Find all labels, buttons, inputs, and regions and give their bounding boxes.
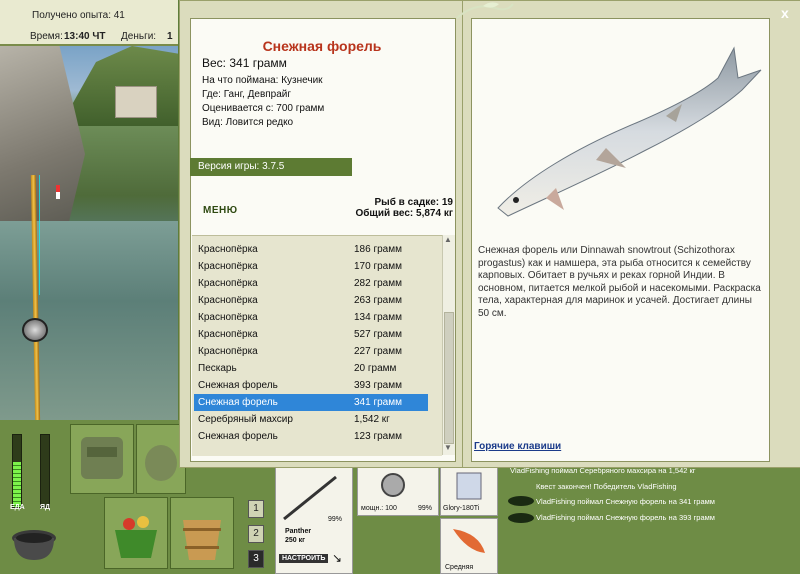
tab-1[interactable]: 1 <box>248 500 264 518</box>
basket-slot[interactable] <box>104 497 168 569</box>
catch-fish-weight: 282 грамм <box>354 278 402 289</box>
catch-fish-weight: 1,542 кг <box>354 414 390 425</box>
log-line: VladFishing поймал Снежную форель на 393… <box>536 513 715 522</box>
poison-meter <box>40 434 50 508</box>
fish-image <box>486 38 766 228</box>
catch-fish-weight: 393 грамм <box>354 380 402 391</box>
tab-3[interactable]: 3 <box>248 550 264 568</box>
fishing-scene[interactable] <box>0 46 178 420</box>
keepnet-weight: Общий вес: 5,874 кг <box>355 208 453 219</box>
money-value: 1 <box>167 31 173 42</box>
rod-reel-icon[interactable] <box>22 318 48 342</box>
rod-weight: 250 кг <box>285 537 306 544</box>
menu-button[interactable]: МЕНЮ <box>203 205 238 216</box>
fish-bait: На что поймана: Кузнечик <box>202 75 323 86</box>
scroll-up-icon[interactable]: ▲ <box>442 235 454 247</box>
event-log: VladFishing поймал Серебряного махсира н… <box>502 466 800 574</box>
catch-fish-name: Краснопёрка <box>198 295 258 306</box>
time-value: 13:40 ЧТ <box>64 31 106 42</box>
catch-fish-weight: 20 грамм <box>354 363 397 374</box>
catch-row[interactable]: Краснопёрка 263 грамм <box>194 292 428 309</box>
setup-button[interactable]: НАСТРОИТЬ <box>279 554 329 563</box>
backpack-slot[interactable] <box>70 424 134 494</box>
status-bar: Получено опыта: 41 Время: 13:40 ЧТ Деньг… <box>0 0 178 46</box>
keepnet-count: Рыб в садке: 19 <box>374 197 453 208</box>
catch-fish-name: Краснопёрка <box>198 278 258 289</box>
food-label: ЕДА <box>10 504 25 511</box>
fish-icon <box>508 496 534 506</box>
arrow-icon: ↘ <box>332 551 343 565</box>
catch-fish-name: Краснопёрка <box>198 346 258 357</box>
catch-row[interactable]: Снежная форель 341 грамм <box>194 394 428 411</box>
catch-fish-weight: 341 грамм <box>354 397 402 408</box>
experience-text: Получено опыта: 41 <box>32 10 125 21</box>
catch-row[interactable]: Краснопёрка 527 грамм <box>194 326 428 343</box>
catch-fish-name: Краснопёрка <box>198 312 258 323</box>
fish-kind: Вид: Ловится редко <box>202 117 294 128</box>
catch-fish-weight: 186 грамм <box>354 244 402 255</box>
catch-row[interactable]: Краснопёрка 134 грамм <box>194 309 428 326</box>
log-line: Квест закончен! Победитель VladFishing <box>536 482 677 491</box>
version-bar: Версия игры: 3.7.5 <box>190 158 352 176</box>
scroll-down-icon[interactable]: ▼ <box>442 443 454 455</box>
catch-fish-weight: 263 грамм <box>354 295 402 306</box>
catch-row[interactable]: Пескарь 20 грамм <box>194 360 428 377</box>
time-label: Время: <box>30 31 63 42</box>
catch-fish-name: Краснопёрка <box>198 244 258 255</box>
catch-row[interactable]: Краснопёрка 186 грамм <box>194 241 428 258</box>
fish-weight: Вес: 341 грамм <box>202 56 287 70</box>
catch-fish-weight: 527 грамм <box>354 329 402 340</box>
poison-label: ЯД <box>40 504 51 511</box>
catch-fish-name: Снежная форель <box>198 380 278 391</box>
rod-condition: 99% <box>328 516 343 523</box>
catch-fish-name: Краснопёрка <box>198 261 258 272</box>
leaf-decoration-icon <box>456 2 514 19</box>
catch-fish-weight: 227 грамм <box>354 346 402 357</box>
catch-fish-name: Серебряный махсир <box>198 414 293 425</box>
rod-slot[interactable]: 99% Panther 250 кг НАСТРОИТЬ ↘ <box>275 466 353 574</box>
house-image <box>115 86 157 118</box>
line-slot[interactable]: Glory-180Ti <box>440 466 498 516</box>
fish-description: Снежная форель или Dinnawah snowtrout (S… <box>478 245 761 319</box>
catch-fish-name: Снежная форель <box>198 431 278 442</box>
reel-condition: 99% <box>418 505 433 512</box>
fish-icon <box>508 513 534 523</box>
bucket-slot[interactable] <box>170 497 234 569</box>
money-label: Деньги: <box>121 31 157 42</box>
catch-fish-weight: 134 грамм <box>354 312 402 323</box>
rod-name: Panther <box>285 528 312 535</box>
catch-row[interactable]: Краснопёрка 282 грамм <box>194 275 428 292</box>
log-line: VladFishing поймал Снежную форель на 341… <box>536 497 715 506</box>
reel-label: мощн.: 100 <box>361 505 397 512</box>
food-meter-fill <box>13 462 21 507</box>
catch-row[interactable]: Снежная форель 123 грамм <box>194 428 428 445</box>
catch-fish-name: Краснопёрка <box>198 329 258 340</box>
catch-row[interactable]: Серебряный махсир 1,542 кг <box>194 411 428 428</box>
lure-label: Средняя <box>445 564 474 571</box>
scroll-thumb[interactable] <box>444 312 454 444</box>
catch-row[interactable]: Снежная форель 393 грамм <box>194 377 428 394</box>
food-meter <box>12 434 22 508</box>
reel-slot[interactable]: мощн.: 100 99% <box>357 466 439 516</box>
tab-2[interactable]: 2 <box>248 525 264 543</box>
fishing-line <box>39 175 40 295</box>
catch-row[interactable]: Краснопёрка 227 грамм <box>194 343 428 360</box>
line-name: Glory-180Ti <box>443 505 480 512</box>
fish-value: Оценивается с: 700 грамм <box>202 103 325 114</box>
lure-slot[interactable]: Средняя <box>440 518 498 574</box>
fish-location: Где: Ганг, Девпрайг <box>202 89 292 100</box>
catch-fish-name: Снежная форель <box>198 397 278 408</box>
fish-title: Снежная форель <box>262 38 382 54</box>
cauldron-icon[interactable] <box>8 518 60 562</box>
float-bobber <box>56 185 60 199</box>
catch-row[interactable]: Краснопёрка 170 грамм <box>194 258 428 275</box>
catch-list[interactable]: Краснопёрка 186 грамм Краснопёрка 170 грамм… <box>192 235 442 456</box>
catch-fish-weight: 123 грамм <box>354 431 402 442</box>
catch-fish-weight: 170 грамм <box>354 261 402 272</box>
catch-fish-name: Пескарь <box>198 363 237 374</box>
close-icon[interactable]: x <box>781 5 789 21</box>
hotkeys-link[interactable]: Горячие клавиши <box>474 441 561 452</box>
cliff-rock <box>0 46 85 226</box>
